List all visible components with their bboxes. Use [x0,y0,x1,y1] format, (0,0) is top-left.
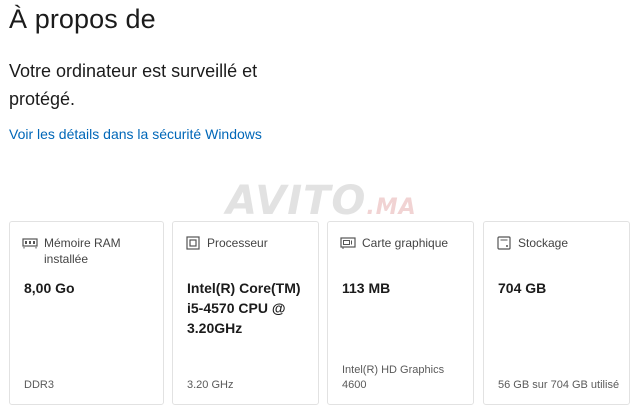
memory-card: Mémoire RAM installée 8,00 Go DDR3 [9,221,164,405]
graphics-label: Carte graphique [362,236,449,250]
graphics-card-icon [340,237,356,249]
memory-label: Mémoire RAM installée [44,236,121,266]
avito-watermark: AVITO.MA [226,178,417,224]
protection-status-text: Votre ordinateur est surveillé et protég… [9,61,258,109]
graphics-value: 113 MB [342,280,391,296]
processor-label: Processeur [207,236,268,250]
processor-detail: 3.20 GHz [187,379,234,391]
processor-value: Intel(R) Core(TM) i5-4570 CPU @ 3.20GHz [187,280,301,336]
memory-icon [22,238,38,249]
memory-detail: DDR3 [24,379,54,391]
processor-icon [186,236,200,250]
graphics-card: Carte graphique 113 MB Intel(R) HD Graph… [327,221,474,405]
about-page: À propos de Votre ordinateur est surveil… [0,0,640,409]
watermark-main: AVITO [226,178,367,224]
memory-value: 8,00 Go [24,280,75,296]
windows-security-link[interactable]: Voir les détails dans la sécurité Window… [9,126,262,142]
storage-detail: 56 GB sur 704 GB utilisé [498,379,620,391]
watermark-suffix: .MA [366,195,417,220]
storage-card: Stockage 704 GB 56 GB sur 704 GB utilisé [483,221,630,405]
storage-icon [497,236,511,250]
storage-value: 704 GB [498,280,547,296]
processor-card: Processeur Intel(R) Core(TM) i5-4570 CPU… [172,221,319,405]
graphics-detail: Intel(R) HD Graphics 4600 [342,364,445,391]
storage-label: Stockage [518,236,569,250]
page-title: À propos de [9,4,156,34]
